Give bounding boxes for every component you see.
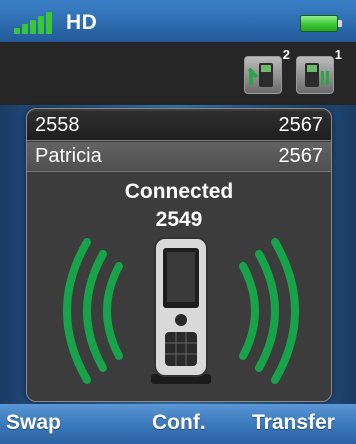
call-name: Patricia [35, 145, 102, 167]
hd-indicator: HD [66, 11, 98, 34]
call-name: 2558 [35, 114, 80, 136]
signal-bars-icon [14, 12, 64, 34]
held-call-icon[interactable]: 1 [296, 47, 342, 94]
transfer-softkey[interactable]: Transfer [252, 411, 335, 435]
call-panel: 2558 2567 Patricia 2567 Connected 2549 [26, 108, 332, 402]
connected-number: 2549 [155, 208, 203, 231]
swap-softkey[interactable]: Swap [6, 411, 61, 435]
incoming-call-count: 2 [282, 47, 290, 62]
battery-icon [300, 15, 342, 32]
call-row[interactable]: Patricia 2567 [27, 142, 331, 172]
incoming-call-icon[interactable]: 2 [244, 47, 290, 94]
call-state-label: Connected [124, 180, 234, 203]
call-number: 2567 [278, 145, 324, 167]
call-toolbar: 2 1 [0, 42, 356, 105]
softkey-bar: Swap Conf. Transfer [0, 404, 356, 444]
held-call-count: 1 [334, 47, 342, 62]
call-number: 2567 [278, 114, 324, 136]
status-bar: HD [0, 0, 356, 42]
call-row[interactable]: 2558 2567 [27, 111, 331, 141]
conference-softkey[interactable]: Conf. [152, 411, 206, 435]
connected-phone-icon [63, 237, 299, 384]
